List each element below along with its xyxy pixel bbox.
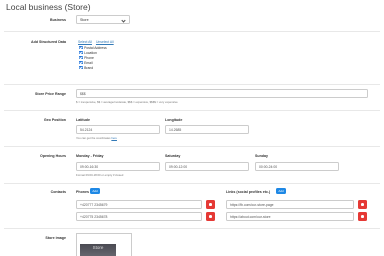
remove-icon [361, 215, 364, 218]
remove-phone-button[interactable] [206, 212, 215, 221]
opening-hours-label: Opening Hours [40, 154, 66, 158]
add-link-button[interactable]: Add [276, 188, 286, 194]
geo-help: You can get the coordinates here [76, 136, 117, 140]
weekdays-label: Monday - Friday [76, 154, 104, 158]
contacts-label: Contacts [50, 190, 66, 194]
weekdays-hours-value: 09:00-16:30 [80, 164, 99, 169]
checkbox-label: Brand [84, 65, 94, 70]
remove-link-button[interactable] [358, 212, 367, 221]
phones-label: Phones [76, 190, 89, 194]
checkbox-checked-icon [79, 55, 83, 60]
remove-link-button[interactable] [358, 200, 367, 209]
unselect-all-link[interactable]: Unselect All [96, 40, 114, 44]
sunday-hours-input[interactable]: 00:00-24:00 [255, 162, 339, 171]
phone-input[interactable]: +420775 2345678 [76, 212, 202, 221]
checkbox-brand[interactable]: Brand [79, 65, 107, 70]
longitude-label: Longitude [165, 118, 183, 122]
checkbox-label: Postal Address [84, 45, 107, 50]
divider [4, 146, 380, 147]
store-image-caption: Store [92, 245, 104, 250]
store-image-upload[interactable]: Store [76, 233, 132, 256]
phone-value: +420777 2345679 [80, 202, 108, 207]
checkbox-checked-icon [79, 65, 83, 70]
remove-icon [361, 203, 364, 206]
link-input[interactable]: https://about.com/our-store [226, 212, 354, 221]
latitude-input[interactable]: 54.2124 [76, 125, 160, 134]
remove-phone-button[interactable] [206, 200, 215, 209]
chevron-down-icon [121, 18, 126, 23]
weekdays-hours-input[interactable]: 09:00-16:30 [76, 162, 160, 171]
latitude-value: 54.2124 [80, 127, 93, 132]
structured-select-links: Select All Unselect All [78, 40, 114, 44]
phone-value: +420775 2345678 [80, 214, 108, 219]
price-range-value: $$$ [80, 91, 86, 96]
checkbox-checked-icon [79, 60, 83, 65]
select-all-link[interactable]: Select All [78, 40, 92, 44]
structured-options: Postal Address Location Phone Email Bran… [79, 45, 107, 70]
remove-icon [209, 203, 212, 206]
geo-help-text: You can get the coordinates [76, 136, 112, 140]
links-label: Links (social profiles etc.) [226, 190, 271, 194]
sunday-label: Sunday [255, 154, 268, 158]
geo-position-label: Geo Position [43, 118, 66, 122]
link-input[interactable]: https://fb.com/our-store-page [226, 200, 354, 209]
sunday-hours-value: 00:00-24:00 [259, 164, 278, 169]
checkbox-checked-icon [79, 45, 83, 50]
saturday-hours-value: 09:00-12:00 [169, 164, 188, 169]
divider [4, 183, 380, 184]
add-phone-button[interactable]: Add [90, 188, 100, 194]
store-image-label: Store image [45, 236, 66, 240]
checkbox-postal-address[interactable]: Postal Address [79, 45, 107, 50]
checkbox-label: Location [84, 50, 97, 55]
price-range-label: Store Price Range [35, 92, 66, 96]
checkbox-label: Email [84, 60, 93, 65]
store-image-thumbnail: Store [80, 244, 116, 256]
longitude-input[interactable]: 14.2685 [165, 125, 249, 134]
coordinates-link[interactable]: here [111, 136, 117, 140]
saturday-hours-input[interactable]: 09:00-12:00 [165, 162, 249, 171]
link-value: https://about.com/our-store [230, 214, 271, 219]
saturday-label: Saturday [165, 154, 181, 158]
price-range-help: $ = inexpensive, $$ = average/moderate, … [76, 100, 178, 104]
divider [4, 110, 380, 111]
business-label: Business [50, 18, 66, 22]
page-title: Local business (Store) [6, 2, 91, 12]
structured-data-label: Add Structured Data [31, 40, 66, 44]
hours-help: Format 09:00-18:00 or empty if closed [76, 173, 124, 177]
price-range-input[interactable]: $$$ [76, 89, 368, 98]
latitude-label: Latitude [76, 118, 90, 122]
checkbox-checked-icon [79, 50, 83, 55]
link-value: https://fb.com/our-store-page [230, 202, 274, 207]
business-select[interactable]: Store [76, 15, 130, 24]
checkbox-label: Phone [84, 55, 94, 60]
longitude-value: 14.2685 [169, 127, 182, 132]
business-selected-value: Store [80, 17, 89, 22]
divider [4, 228, 380, 229]
remove-icon [209, 215, 212, 218]
divider [4, 31, 380, 32]
divider [4, 84, 380, 85]
phone-input[interactable]: +420777 2345679 [76, 200, 202, 209]
